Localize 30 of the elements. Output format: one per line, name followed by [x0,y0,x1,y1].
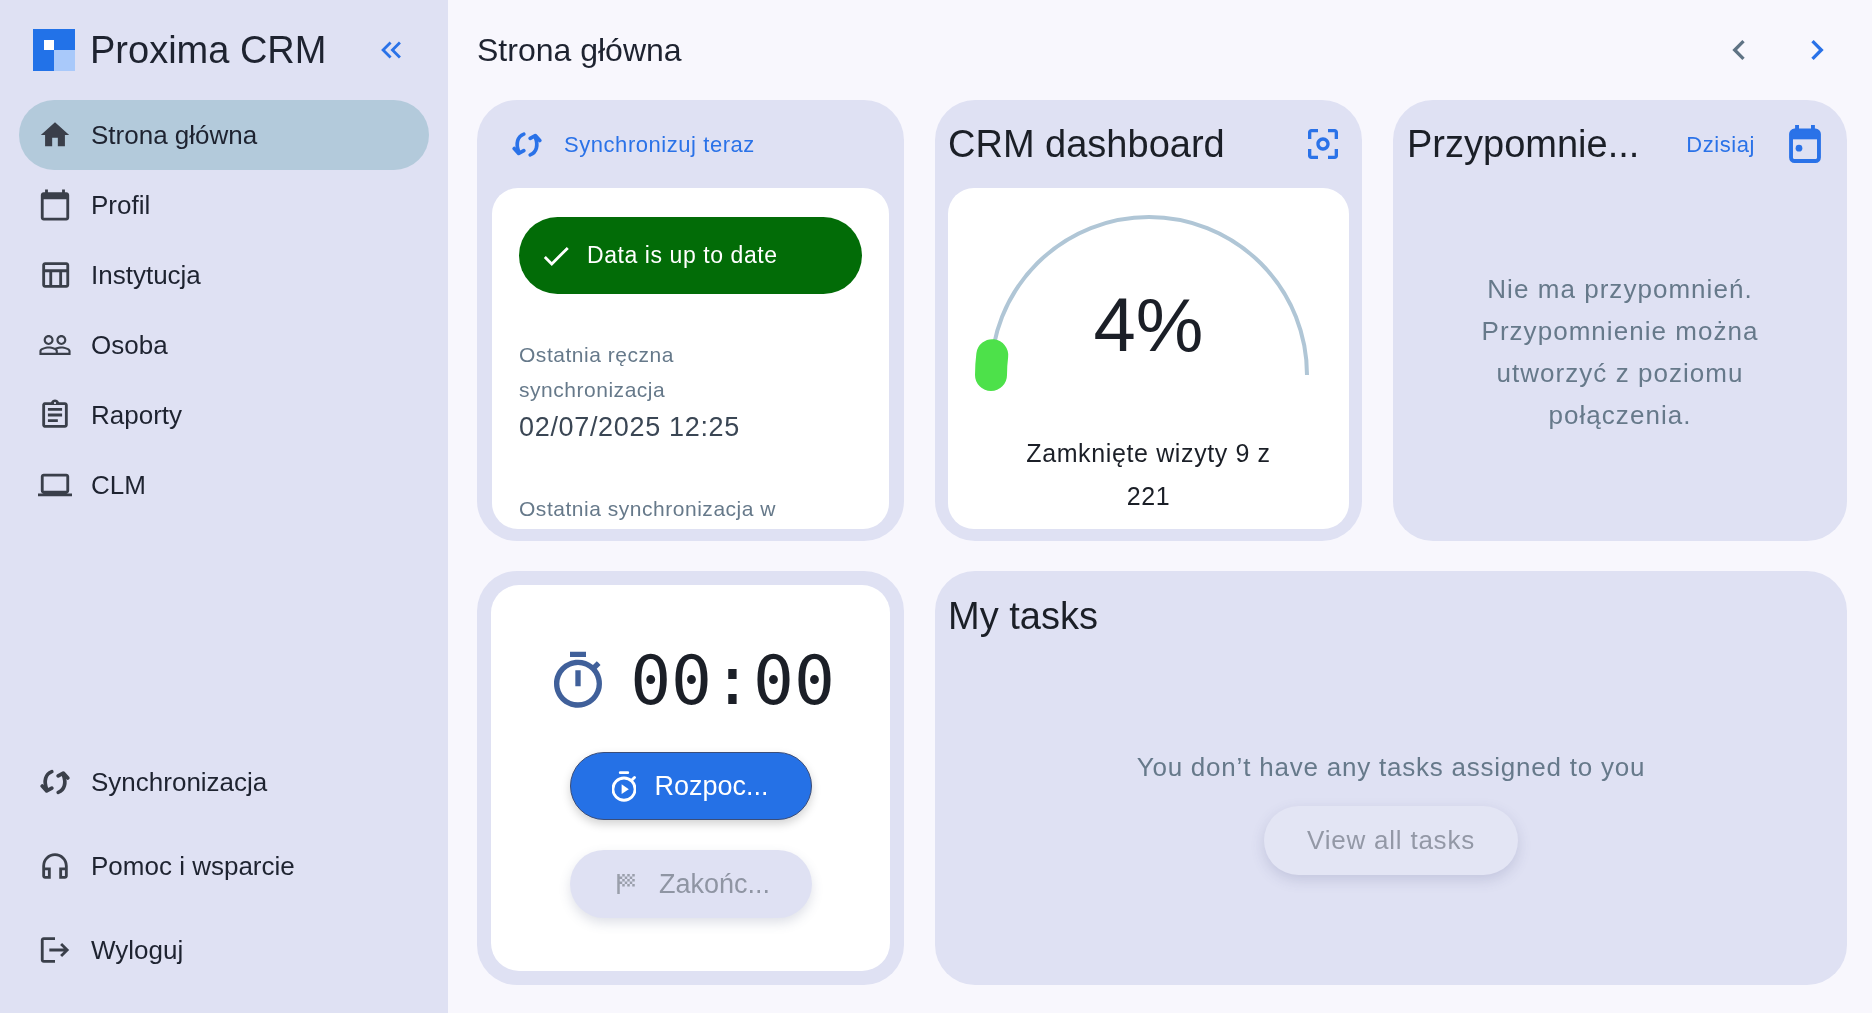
card-title: Przypomnie... [1407,121,1640,167]
nav-item[interactable]: Pomoc i wsparcie [19,824,429,908]
sync-icon [40,769,70,795]
nav-item[interactable]: Strona główna [19,100,429,170]
nav-item[interactable]: Instytucja [19,240,429,310]
empty-tasks-message: You don’t have any tasks assigned to you [1136,751,1646,784]
nav-item[interactable]: Raporty [19,380,429,450]
card-title: My tasks [948,593,1098,639]
calendar-icon[interactable] [1789,125,1821,163]
calendar-icon [38,188,72,222]
start-button[interactable]: Rozpoc... [569,752,812,820]
nav-item[interactable]: CLM [19,450,429,520]
page-title: Strona główna [477,31,682,70]
empty-reminders-message: Nie ma przypomnień. Przypomnienie można utworzyć z poziomu połączenia. [1480,272,1760,432]
sync-icon [512,130,542,158]
last-manual-sync-time: 02/07/2025 12:25 [519,411,741,444]
nav-item[interactable]: Wyloguj [19,908,429,992]
logo-icon [33,29,75,71]
brand-name: Proxima CRM [90,28,327,72]
timer-display: 00:00 [630,646,835,716]
last-sync-label: Ostatnia synchronizacja w [519,496,778,522]
sync-status-text: Data is up to date [587,241,778,271]
gauge-reading: 4% [1093,283,1204,367]
nav-item[interactable]: Synchronizacja [19,740,429,824]
timer-play-icon [612,770,637,802]
nav-item[interactable]: Profil [19,170,429,240]
nav-item[interactable]: Osoba [19,310,429,380]
gauge-caption: Zamknięte wizyty 9 z 221 [1025,438,1272,512]
card-title: CRM dashboard [948,121,1225,167]
last-manual-sync-label: Ostatnia ręczna synchronizacja [519,342,675,403]
